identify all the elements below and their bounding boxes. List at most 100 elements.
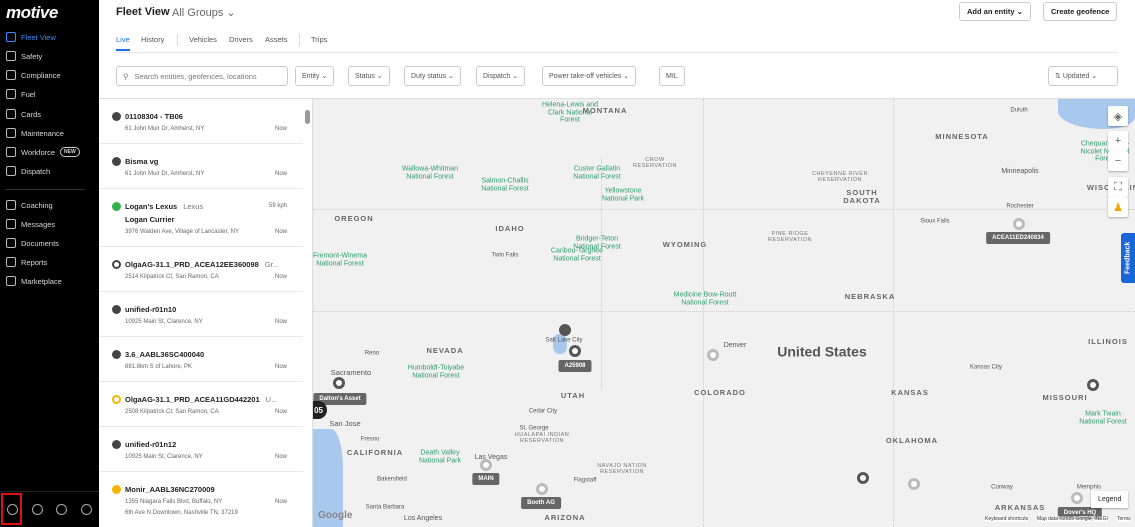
- list-item[interactable]: OlgaAG-31.1_PRD_ACEA12EE360098 Gr... 2514 …: [99, 247, 303, 292]
- tab-drivers[interactable]: Drivers: [229, 35, 253, 44]
- terms-link[interactable]: Terms: [1117, 516, 1131, 522]
- asset-marker[interactable]: [707, 349, 719, 361]
- asset-marker[interactable]: [480, 459, 492, 471]
- dispatch-filter[interactable]: Dispatch ⌄: [476, 66, 526, 86]
- legend-button[interactable]: Legend: [1091, 491, 1129, 508]
- nav-coaching[interactable]: Coaching: [0, 196, 99, 214]
- search-input[interactable]: ⚲ Search entities, geofences, locations: [116, 66, 288, 86]
- marker-label[interactable]: A25908: [558, 360, 592, 372]
- nav-workforce[interactable]: Workforce NEW: [0, 143, 99, 161]
- nav-dispatch[interactable]: Dispatch: [0, 162, 99, 180]
- status-filter[interactable]: Status ⌄: [348, 66, 390, 86]
- document-icon: [6, 238, 16, 248]
- help-icon[interactable]: [31, 504, 43, 515]
- tab-live[interactable]: Live: [116, 35, 130, 51]
- list-item[interactable]: Logan's Lexus Lexus 59 kph Logan Currier 397…: [99, 189, 303, 247]
- list-item[interactable]: unified-r01n10 10925 Main St, Clarence, N…: [99, 292, 303, 337]
- asset-marker[interactable]: [333, 377, 345, 389]
- map[interactable]: United States MONTANA MINNESOTA SOUTH DA…: [313, 99, 1135, 527]
- entity-name: Monir_AABL36NC270009: [125, 485, 215, 494]
- chevron-down-icon: ⌄: [1016, 7, 1023, 16]
- list-item[interactable]: unified-r01n12 10925 Main St, Clarence, N…: [99, 427, 303, 472]
- nav-safety[interactable]: Safety: [0, 47, 99, 65]
- create-geofence-button[interactable]: Create geofence: [1043, 2, 1118, 21]
- feedback-tab[interactable]: Feedback: [1121, 233, 1135, 283]
- tab-history[interactable]: History: [141, 35, 164, 44]
- nav-maintenance[interactable]: Maintenance: [0, 124, 99, 142]
- entity-name-text: OlgaAG-31.1_PRD_ACEA11GD442201: [125, 395, 260, 404]
- nav-fleet-view[interactable]: Fleet View: [0, 28, 99, 46]
- add-entity-button[interactable]: Add an entity ⌄: [959, 2, 1031, 21]
- keyboard-shortcuts-link[interactable]: Keyboard shortcuts: [985, 516, 1029, 522]
- bell-icon[interactable]: [56, 504, 68, 515]
- asset-marker[interactable]: [536, 483, 548, 495]
- asset-icon: [112, 395, 121, 404]
- list-item[interactable]: OlgaAG-31.1_PRD_ACEA11GD442201 U... 2508 K…: [99, 382, 303, 427]
- map-label: HUALAPAI INDIAN RESERVATION: [514, 431, 570, 444]
- nav-messages[interactable]: Messages: [0, 215, 99, 233]
- asset-marker[interactable]: [1087, 379, 1099, 391]
- list-item[interactable]: Bisma vg 61 John Muir Dr, Amherst, NY Now: [99, 144, 303, 189]
- navigation-icon: [112, 440, 121, 449]
- entity-name: Bisma vg: [125, 157, 159, 166]
- list-item[interactable]: 3.6_AABL36SC400040 881.8km S of Lahore, P…: [99, 337, 303, 382]
- nav-fuel[interactable]: Fuel: [0, 85, 99, 103]
- entity-name-text: Logan's Lexus: [125, 202, 178, 211]
- nav-label: Dispatch: [21, 166, 51, 176]
- list-item[interactable]: Monir_AABL36NC270009 1355 Niagara Falls B…: [99, 472, 303, 526]
- map-icon: [6, 32, 16, 42]
- vehicle-marker[interactable]: [559, 324, 571, 336]
- nav-marketplace[interactable]: Marketplace: [0, 272, 99, 290]
- zoom-out-button[interactable]: −: [1108, 151, 1128, 171]
- navigation-icon: [112, 157, 121, 166]
- fullscreen-button[interactable]: ⛶: [1108, 177, 1128, 197]
- asset-marker[interactable]: [1013, 218, 1025, 230]
- new-badge: NEW: [60, 147, 80, 157]
- sidebar: motive Fleet View Safety Compliance Fuel…: [0, 0, 99, 527]
- entity-name: 3.6_AABL36SC400040: [125, 350, 205, 359]
- entity-address: 10925 Main St, Clarence, NY: [125, 319, 203, 325]
- asset-marker[interactable]: [857, 472, 869, 484]
- asset-marker[interactable]: [569, 345, 581, 357]
- street-view-button[interactable]: ♟: [1108, 197, 1128, 217]
- group-selector[interactable]: All Groups ⌄: [172, 6, 236, 19]
- duty-status-filter[interactable]: Duty status ⌄: [404, 66, 461, 86]
- map-label: Custer Gallatin National Forest: [573, 165, 621, 180]
- list-item[interactable]: 01108304 - TB06 61 John Muir Dr, Amherst,…: [99, 99, 303, 144]
- tab-assets[interactable]: Assets: [265, 35, 288, 44]
- sort-dropdown[interactable]: ⇅ Updated ⌄: [1048, 66, 1118, 86]
- map-label: Los Angeles: [403, 515, 443, 523]
- entity-address: 61 John Muir Dr, Amherst, NY: [125, 171, 205, 177]
- tab-vehicles[interactable]: Vehicles: [189, 35, 217, 44]
- asset-marker[interactable]: [908, 478, 920, 490]
- shield-icon: [6, 51, 16, 61]
- nav-reports[interactable]: Reports: [0, 253, 99, 271]
- asset-marker[interactable]: [1071, 492, 1083, 504]
- state-border: [893, 99, 894, 527]
- tab-trips[interactable]: Trips: [311, 35, 327, 44]
- nav-cards[interactable]: Cards: [0, 105, 99, 123]
- marker-label[interactable]: Booth AG: [521, 497, 561, 509]
- zoom-in-button[interactable]: +: [1108, 131, 1128, 151]
- list-scrollbar[interactable]: [305, 110, 310, 124]
- nav-label: Safety: [21, 51, 43, 61]
- cluster-marker[interactable]: 05: [313, 401, 327, 419]
- entity-address: 2508 Kilpatrick Ct, San Ramon, CA: [125, 409, 219, 415]
- layers-button[interactable]: ◈: [1108, 106, 1128, 126]
- map-label: Fremont-Winema National Forest: [313, 252, 368, 267]
- mil-filter[interactable]: MIL: [659, 66, 685, 86]
- map-label: Santa Barbara: [365, 504, 405, 511]
- pto-filter[interactable]: Power take-off vehicles ⌄: [542, 66, 637, 86]
- nav-compliance[interactable]: Compliance: [0, 66, 99, 84]
- support-icon[interactable]: [81, 504, 93, 515]
- card-icon: [6, 109, 16, 119]
- marker-label[interactable]: ACEA11ED240834: [986, 232, 1050, 244]
- nav-label: Fuel: [21, 89, 36, 99]
- motive-logo[interactable]: motive: [6, 3, 58, 23]
- nav-documents[interactable]: Documents: [0, 234, 99, 252]
- entity-filter[interactable]: Entity ⌄: [295, 66, 335, 86]
- minus-icon: −: [1114, 155, 1122, 167]
- entity-name: OlgaAG-31.1_PRD_ACEA12EE360098 Gr...: [125, 260, 279, 269]
- marker-label[interactable]: MAIN: [472, 473, 500, 485]
- compliance-icon: [6, 70, 16, 80]
